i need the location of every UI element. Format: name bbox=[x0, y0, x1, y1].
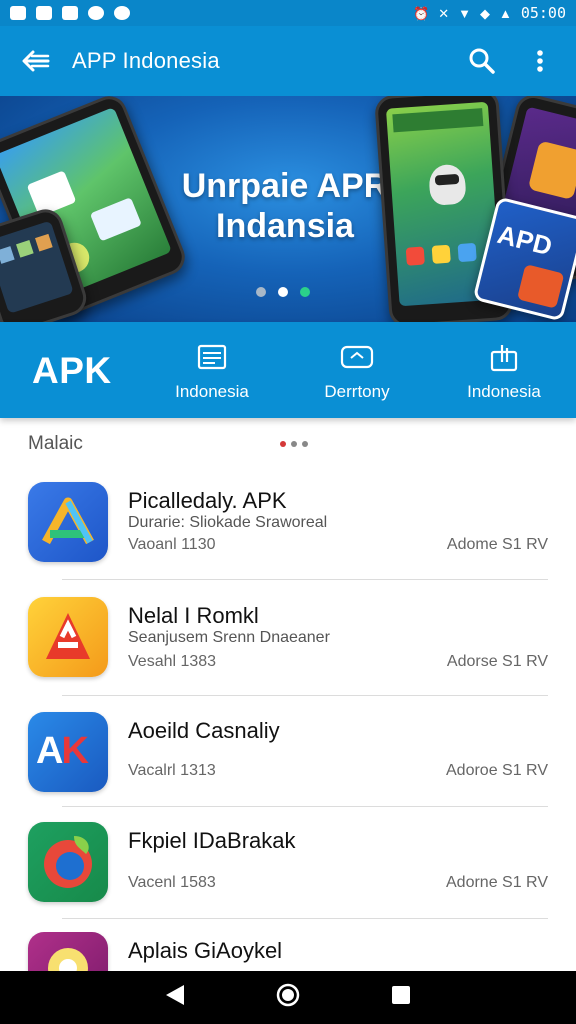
home-circle-icon bbox=[276, 983, 300, 1007]
app-name: Aplais GiAoykel bbox=[128, 938, 283, 963]
app-notification-icon bbox=[88, 6, 104, 20]
app-name: Picalledaly. APK bbox=[128, 488, 287, 513]
section-header: Malaic bbox=[28, 432, 548, 456]
status-time: 05:00 bbox=[520, 4, 566, 22]
list-item[interactable]: Picalledaly. APK Durarie: Sliokade Srawo… bbox=[0, 482, 576, 592]
app-version: Vacenl 1583 bbox=[128, 874, 216, 891]
status-bar: ⏰ ✕ ▼ ◆ ▲ 05:00 bbox=[0, 0, 576, 26]
category-tab-indonesia[interactable]: Indonesia bbox=[152, 342, 272, 402]
app-size: Adorne S1 RV bbox=[446, 874, 548, 891]
divider bbox=[62, 695, 548, 696]
category-label: Derrtony bbox=[324, 382, 390, 401]
wifi-icon: ◆ bbox=[479, 5, 490, 21]
shield-notification-icon bbox=[114, 6, 130, 20]
list-item[interactable]: Fkpiel IDaBrakak Vacenl 1583 Adorne S1 R… bbox=[0, 822, 576, 932]
category-bar: APK Indonesia Derrtony Indonesia bbox=[0, 322, 576, 418]
carousel-indicator bbox=[256, 287, 310, 297]
app-version: Vesahl 1383 bbox=[128, 653, 217, 670]
cellular-icon: ▲ bbox=[498, 5, 512, 21]
app-title: APP Indonesia bbox=[72, 48, 220, 73]
image-notification-icon bbox=[10, 6, 26, 20]
mute-icon: ✕ bbox=[438, 5, 450, 21]
list-icon bbox=[197, 344, 227, 370]
list-item[interactable]: Aplais GiAoykel bbox=[0, 932, 576, 972]
app-icon-leaf bbox=[28, 822, 108, 902]
app-logo-icon bbox=[44, 836, 92, 888]
more-vert-icon bbox=[537, 50, 543, 72]
signal-icon: ▼ bbox=[458, 5, 471, 21]
divider bbox=[62, 918, 548, 919]
category-tab-derrtony[interactable]: Derrtony bbox=[297, 342, 417, 402]
overflow-menu-button[interactable] bbox=[522, 43, 558, 79]
divider bbox=[62, 579, 548, 580]
carousel-dot-active[interactable] bbox=[278, 287, 288, 297]
app-icon-a-blue bbox=[28, 482, 108, 562]
app-bar: APP Indonesia bbox=[0, 26, 576, 96]
nav-home-button[interactable] bbox=[275, 982, 301, 1013]
more-dot-icon bbox=[302, 441, 308, 447]
app-logo-icon bbox=[48, 948, 88, 972]
app-logo-icon bbox=[46, 613, 90, 659]
app-name: Nelal I Romkl bbox=[128, 603, 259, 628]
nav-recents-button[interactable] bbox=[390, 984, 412, 1011]
back-button[interactable] bbox=[18, 43, 54, 79]
app-version: Vacalrl 1313 bbox=[128, 762, 216, 779]
app-size: Adome S1 RV bbox=[446, 536, 548, 553]
section-more-button[interactable] bbox=[280, 441, 308, 447]
back-arrow-icon bbox=[22, 50, 50, 72]
gallery-notification-icon bbox=[36, 6, 52, 20]
category-tab-indonesia-2[interactable]: Indonesia bbox=[444, 342, 564, 402]
app-name: Fkpiel IDaBrakak bbox=[128, 828, 296, 853]
folder-icon bbox=[340, 345, 374, 369]
kb-notification-icon bbox=[62, 6, 78, 20]
more-dot-icon bbox=[280, 441, 286, 447]
share-icon bbox=[490, 345, 518, 372]
search-button[interactable] bbox=[464, 43, 500, 79]
app-icon-ak: AK bbox=[28, 712, 108, 792]
app-name: Aoeild Casnaliy bbox=[128, 718, 280, 743]
banner-title-line2: Indansia bbox=[216, 207, 354, 245]
alarm-icon: ⏰ bbox=[413, 5, 430, 21]
square-recents-icon bbox=[391, 986, 410, 1004]
carousel-dot[interactable] bbox=[256, 287, 266, 297]
nav-back-button[interactable] bbox=[164, 983, 186, 1012]
app-size: Adorse S1 RV bbox=[446, 653, 548, 670]
category-label: Indonesia bbox=[175, 382, 249, 401]
banner-carousel[interactable]: Unrpaie APR Indansia APD bbox=[0, 96, 576, 322]
app-logo-icon bbox=[42, 497, 94, 545]
triangle-back-icon bbox=[166, 985, 185, 1005]
search-icon bbox=[469, 48, 495, 74]
more-dot-icon bbox=[291, 441, 297, 447]
apk-brand-label: APK bbox=[32, 350, 112, 391]
app-developer: Durarie: Sliokade Sraworeal bbox=[128, 514, 328, 531]
app-size: Adoroe S1 RV bbox=[446, 762, 548, 779]
system-nav-bar bbox=[0, 971, 576, 1024]
app-icon-a-red bbox=[28, 597, 108, 677]
app-version: Vaoanl 1130 bbox=[128, 536, 216, 553]
category-label: Indonesia bbox=[467, 382, 541, 401]
app-developer: Seanjusem Srenn Dnaeaner bbox=[128, 629, 330, 646]
section-title: Malaic bbox=[28, 433, 83, 454]
divider bbox=[62, 806, 548, 807]
list-item[interactable]: Nelal I Romkl Seanjusem Srenn Dnaeaner V… bbox=[0, 597, 576, 707]
carousel-dot[interactable] bbox=[300, 287, 310, 297]
app-icon-flower bbox=[28, 932, 108, 972]
